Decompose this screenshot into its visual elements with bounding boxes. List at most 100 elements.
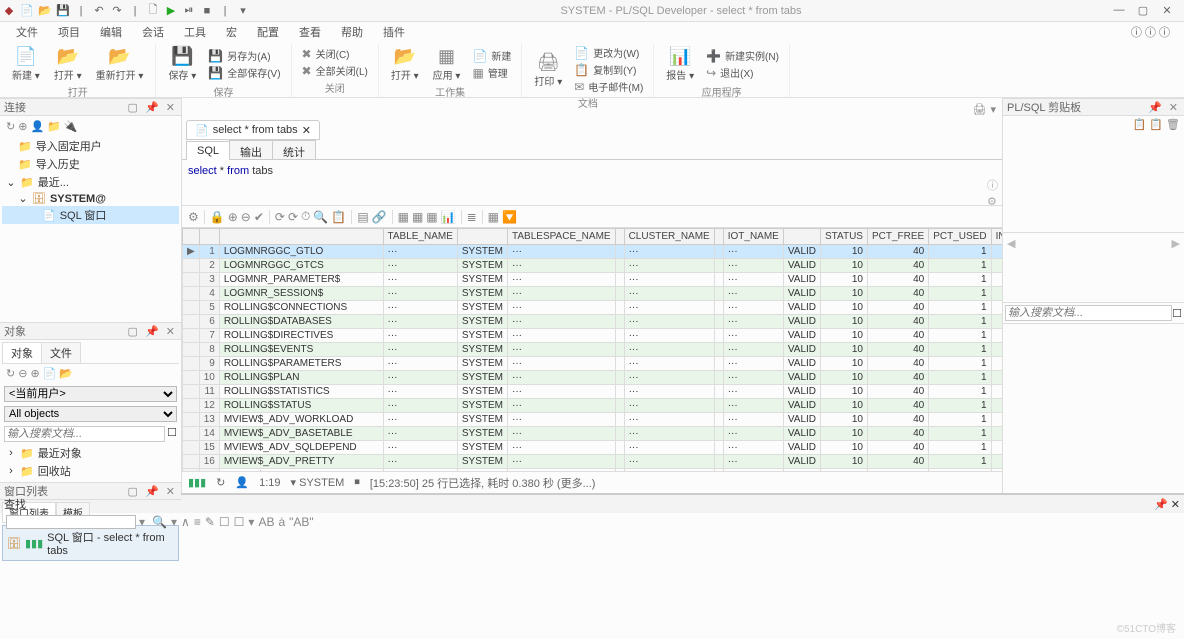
minimize-button[interactable]: — <box>1112 4 1126 17</box>
grid-tool-icon[interactable]: ⟳ <box>288 210 298 224</box>
step-icon[interactable]: ⏯ <box>182 4 196 18</box>
panel-pin-icon[interactable]: 📌 <box>143 102 161 114</box>
info-icon[interactable]: ⓘ <box>987 177 998 193</box>
ribbon-管理[interactable]: ▦管理 <box>468 64 515 81</box>
folder-icon[interactable]: 📂 <box>59 367 73 380</box>
objects-search-input[interactable] <box>4 426 165 442</box>
grid-wrapper[interactable]: TABLE_NAMETABLESPACE_NAMECLUSTER_NAMEIOT… <box>182 228 1002 471</box>
table-row[interactable]: 8ROLLING$EVENTS···SYSTEM·········VALID10… <box>183 343 1003 357</box>
dropdown-icon[interactable]: ▾ <box>990 103 996 116</box>
tab-files[interactable]: 文件 <box>41 342 81 363</box>
tab-sql[interactable]: SQL <box>186 141 230 160</box>
tree-import-fixed[interactable]: 导入固定用户 <box>36 138 102 154</box>
grid-tool-icon[interactable]: ▤ <box>357 210 368 224</box>
tree-sql-window[interactable]: SQL 窗口 <box>60 207 107 223</box>
grid-tool-icon[interactable]: ✔ <box>254 210 264 224</box>
table-row[interactable]: 7ROLLING$DIRECTIVES···SYSTEM·········VAL… <box>183 329 1003 343</box>
ribbon-打开[interactable]: 📂打开 ▾ <box>385 44 425 84</box>
db-dropdown[interactable]: ▾ SYSTEM <box>291 476 345 489</box>
stop-icon[interactable]: ■ <box>200 4 214 18</box>
panel-dock-icon[interactable]: ▢ <box>126 486 140 498</box>
expand-icon[interactable]: ⊕ <box>30 367 39 380</box>
grid-tool-icon[interactable]: ▦ <box>398 210 409 224</box>
column-header[interactable]: PCT_FREE <box>867 229 928 245</box>
panel-close-icon[interactable]: ✕ <box>164 102 177 114</box>
ribbon-更改为(W)[interactable]: 📄更改为(W) <box>570 44 647 61</box>
clear-icon[interactable]: ☐ <box>1172 307 1182 320</box>
tab-sql-query[interactable]: 📄 select * from tabs ✕ <box>186 120 320 140</box>
column-header[interactable] <box>457 229 507 245</box>
find-tool-icon[interactable]: ☐ <box>234 515 245 529</box>
tree-recent[interactable]: 最近... <box>38 174 69 190</box>
table-row[interactable]: ▶1LOGMNRGGC_GTLO···SYSTEM·········VALID1… <box>183 245 1003 259</box>
grid-tool-icon[interactable]: ⊕ <box>228 210 238 224</box>
menu-plugins[interactable]: 插件 <box>375 22 413 42</box>
save-icon[interactable]: 💾 <box>56 4 70 18</box>
column-header[interactable]: STATUS <box>821 229 868 245</box>
ribbon-新建[interactable]: 📄新建 <box>468 47 515 64</box>
print-icon[interactable]: 🖨 <box>973 103 987 116</box>
find-input[interactable] <box>6 515 136 529</box>
window-list-item[interactable]: 🗄 ▮▮▮ SQL 窗口 - select * from tabs <box>2 525 179 561</box>
ribbon-复制到(Y)[interactable]: 📋复制到(Y) <box>570 61 647 78</box>
find-tool-icon[interactable]: 🔍 <box>152 515 167 529</box>
user-select[interactable]: <当前用户> <box>4 386 177 402</box>
find-tool-icon[interactable]: ▾ <box>171 515 177 529</box>
grid-tool-icon[interactable]: 📊 <box>441 210 456 224</box>
ribbon-退出(X)[interactable]: ↪退出(X) <box>702 64 783 81</box>
close-tab-icon[interactable]: ✕ <box>302 124 311 137</box>
column-header[interactable]: INI_TRANS <box>991 229 1002 245</box>
refresh-icon[interactable]: ↻ <box>6 367 15 380</box>
copy-icon[interactable]: 📋 <box>1133 118 1147 131</box>
find-tool-icon[interactable]: ȧ <box>278 515 285 529</box>
maximize-button[interactable]: ▢ <box>1136 4 1150 17</box>
table-row[interactable]: 3LOGMNR_PARAMETER$···SYSTEM·········VALI… <box>183 273 1003 287</box>
add-icon[interactable]: ⊕ <box>18 120 27 133</box>
grid-tool-icon[interactable]: ⊖ <box>241 210 251 224</box>
table-row[interactable]: 14MVIEW$_ADV_BASETABLE···SYSTEM·········… <box>183 427 1003 441</box>
find-tool-icon[interactable]: ∧ <box>181 515 190 529</box>
find-tool-icon[interactable]: ✎ <box>205 515 215 529</box>
folder-icon[interactable]: 📁 <box>47 120 61 133</box>
undo-icon[interactable]: ↶ <box>92 4 106 18</box>
ribbon-全部保存(V)[interactable]: 💾全部保存(V) <box>204 64 284 81</box>
find-tool-icon[interactable]: "AB" <box>289 515 314 529</box>
user-icon[interactable]: 👤 <box>30 120 44 133</box>
tab-output[interactable]: 输出 <box>229 140 273 159</box>
column-header[interactable]: CLUSTER_NAME <box>624 229 714 245</box>
menu-tools[interactable]: 工具 <box>176 22 214 42</box>
menu-session[interactable]: 会话 <box>134 22 172 42</box>
redo-icon[interactable]: ↷ <box>110 4 124 18</box>
grid-tool-icon[interactable]: 🔽 <box>502 210 517 224</box>
table-row[interactable]: 11ROLLING$STATISTICS···SYSTEM·········VA… <box>183 385 1003 399</box>
panel-close-icon[interactable]: ✕ <box>164 486 177 498</box>
tab-objects[interactable]: 对象 <box>2 342 42 363</box>
run-icon[interactable]: ▶ <box>164 4 178 18</box>
column-header[interactable]: TABLESPACE_NAME <box>508 229 616 245</box>
grid-tool-icon[interactable]: ⚙ <box>188 210 199 224</box>
refresh-icon[interactable]: ↻ <box>216 476 225 489</box>
ribbon-另存为(A)[interactable]: 💾另存为(A) <box>204 47 284 64</box>
table-row[interactable]: 10ROLLING$PLAN···SYSTEM·········VALID104… <box>183 371 1003 385</box>
qat-menu-icon[interactable]: ▾ <box>236 4 250 18</box>
panel-pin-icon[interactable]: 📌 <box>143 326 161 338</box>
table-row[interactable]: 2LOGMNRGGC_GTCS···SYSTEM·········VALID10… <box>183 259 1003 273</box>
ribbon-重新打开[interactable]: 📂重新打开 ▾ <box>90 44 150 84</box>
expand-icon[interactable]: › <box>6 447 16 459</box>
menu-view[interactable]: 查看 <box>291 22 329 42</box>
dropdown-icon[interactable]: ▾ <box>139 515 145 529</box>
column-header[interactable]: IOT_NAME <box>723 229 783 245</box>
table-row[interactable]: 13MVIEW$_ADV_WORKLOAD···SYSTEM·········V… <box>183 413 1003 427</box>
grid-tool-icon[interactable]: ▦ <box>426 210 437 224</box>
menu-help[interactable]: 帮助 <box>333 22 371 42</box>
ribbon-新建[interactable]: 📄新建 ▾ <box>6 44 46 84</box>
panel-pin-icon[interactable]: 📌 <box>1154 499 1168 511</box>
table-row[interactable]: 5ROLLING$CONNECTIONS···SYSTEM·········VA… <box>183 301 1003 315</box>
filter-select[interactable]: All objects <box>4 406 177 422</box>
new-icon[interactable]: 📄 <box>20 4 34 18</box>
table-row[interactable]: 6ROLLING$DATABASES···SYSTEM·········VALI… <box>183 315 1003 329</box>
clear-icon[interactable]: ☐ <box>167 426 177 442</box>
expand-icon[interactable]: ⌄ <box>18 192 28 205</box>
expand-icon[interactable]: ⌄ <box>6 176 16 189</box>
table-row[interactable]: 9ROLLING$PARAMETERS···SYSTEM·········VAL… <box>183 357 1003 371</box>
